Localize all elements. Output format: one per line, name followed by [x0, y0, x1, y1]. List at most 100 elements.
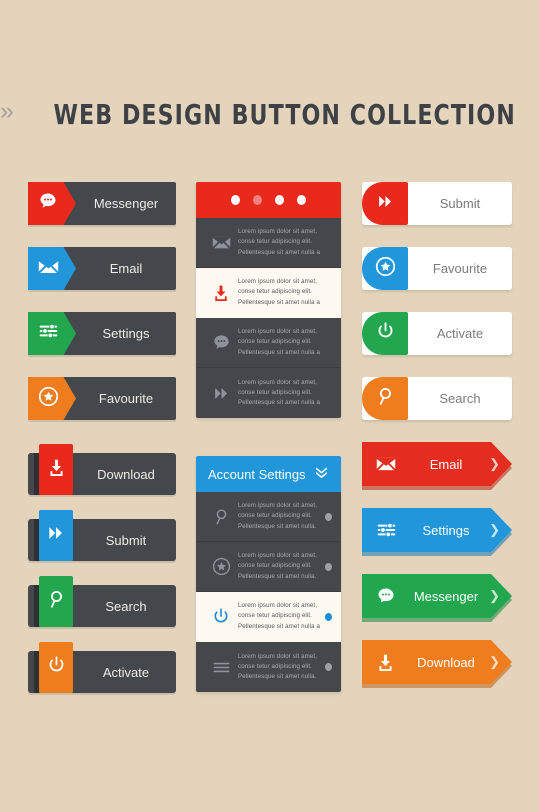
star-badge-icon — [204, 557, 238, 576]
button-icon-tab — [362, 182, 408, 225]
status-dot[interactable] — [321, 562, 335, 571]
magnifier-icon — [376, 386, 395, 412]
button-label: Activate — [436, 326, 484, 341]
list-item-text: Lorem ipsum dolor sit amet, conse tetur … — [238, 328, 321, 356]
power-icon — [376, 321, 395, 346]
page-title: » WEB DESIGN BUTTON COLLECTION « — [0, 97, 539, 131]
button-label: Search — [439, 391, 481, 406]
envelope-icon — [204, 235, 238, 250]
panel-account-header[interactable]: Account Settings — [196, 456, 341, 492]
chevron-right-icon: ❯ — [489, 654, 500, 669]
page-title-text: WEB DESIGN BUTTON COLLECTION — [53, 98, 517, 131]
button-icon-tab — [34, 510, 73, 561]
sliders-icon — [38, 322, 59, 345]
chat-bubble-icon — [376, 574, 396, 618]
button-label: Messenger — [413, 588, 479, 604]
white-button-group: Submit Favourite Activate Search — [362, 182, 512, 420]
envelope-icon — [376, 442, 396, 486]
list-item[interactable]: Lorem ipsum dolor sit amet, conse tetur … — [196, 218, 341, 268]
power-icon — [47, 655, 66, 680]
list-item[interactable]: Lorem ipsum dolor sit amet, conse tetur … — [196, 542, 341, 592]
pentagon-button-group: Messenger Email Settings Favourite — [28, 182, 176, 420]
pager-dot-4[interactable] — [297, 195, 306, 205]
status-dot[interactable] — [321, 663, 335, 671]
hamburger-icon — [204, 660, 238, 675]
list-item-text: Lorem ipsum dolor sit amet, conse tetur … — [238, 278, 321, 306]
button-label: Email — [109, 261, 143, 276]
list-item-text: Lorem ipsum dolor sit amet, conse tetur … — [238, 378, 321, 407]
button-label: Messenger — [93, 196, 159, 211]
star-badge-icon — [375, 256, 396, 282]
double-chevron-right-icon — [204, 384, 238, 403]
button-icon-tab — [34, 444, 73, 495]
button-label: Favourite — [432, 261, 488, 276]
button-settings-pentagon[interactable]: Settings — [28, 312, 176, 355]
button-icon-tab — [362, 247, 408, 290]
list-item-text: Lorem ipsum dolor sit amet, conse tetur … — [238, 602, 321, 630]
list-item-text: Lorem ipsum dolor sit amet, conse tetur … — [238, 502, 318, 530]
list-item[interactable]: Lorem ipsum dolor sit amet, conse tetur … — [196, 268, 341, 318]
arrow-button-group: Email ❯ Settings ❯ Messenger ❯ Download … — [362, 442, 512, 688]
button-label: Settings — [422, 522, 470, 538]
middle-column: Lorem ipsum dolor sit amet, conse tetur … — [196, 182, 341, 692]
button-label: Submit — [439, 196, 481, 211]
button-icon-tab — [362, 312, 408, 355]
button-favourite-pentagon[interactable]: Favourite — [28, 377, 176, 420]
chevron-right-icon: ❯ — [489, 588, 500, 603]
button-activate-white[interactable]: Activate — [362, 312, 512, 355]
download-icon — [204, 283, 238, 303]
button-label: Settings — [102, 326, 150, 341]
button-download-arrow[interactable]: Download ❯ — [362, 640, 512, 688]
panel-dots-header — [196, 182, 341, 218]
button-icon-tab — [362, 377, 408, 420]
pager-dot-1[interactable] — [231, 195, 240, 205]
button-download-ribbon[interactable]: Download — [28, 444, 176, 495]
envelope-icon — [37, 258, 59, 280]
button-label: Submit — [105, 532, 147, 548]
button-label: Search — [105, 598, 147, 614]
button-label: Download — [417, 654, 475, 670]
list-item[interactable]: Lorem ipsum dolor sit amet, conse tetur … — [196, 318, 341, 368]
title-left-chevron-icon: » — [0, 97, 14, 125]
button-activate-ribbon[interactable]: Activate — [28, 642, 176, 693]
button-submit-white[interactable]: Submit — [362, 182, 512, 225]
status-dot[interactable] — [321, 612, 335, 621]
button-messenger-pentagon[interactable]: Messenger — [28, 182, 176, 225]
list-item[interactable]: Lorem ipsum dolor sit amet, conse tetur … — [196, 592, 341, 642]
sliders-icon — [376, 508, 397, 552]
list-item[interactable]: Lorem ipsum dolor sit amet, conse tetur … — [196, 642, 341, 692]
chat-bubble-icon — [38, 191, 58, 216]
button-search-white[interactable]: Search — [362, 377, 512, 420]
list-item-text: Lorem ipsum dolor sit amet, conse tetur … — [238, 228, 321, 256]
panel-title: Account Settings — [208, 466, 306, 482]
button-label: Favourite — [98, 391, 154, 406]
button-label: Activate — [102, 664, 150, 680]
left-column: Messenger Email Settings Favourite Downl… — [28, 182, 176, 708]
button-settings-arrow[interactable]: Settings ❯ — [362, 508, 512, 556]
button-messenger-arrow[interactable]: Messenger ❯ — [362, 574, 512, 622]
chevron-right-icon: ❯ — [489, 522, 500, 537]
chevron-right-icon: ❯ — [489, 456, 500, 471]
button-email-pentagon[interactable]: Email — [28, 247, 176, 290]
chat-bubble-icon — [204, 333, 238, 352]
list-item-text: Lorem ipsum dolor sit amet, conse tetur … — [238, 552, 318, 580]
button-submit-ribbon[interactable]: Submit — [28, 510, 176, 561]
double-chevron-down-icon[interactable] — [313, 463, 330, 485]
status-dot[interactable] — [321, 512, 335, 521]
pager-dot-2[interactable] — [253, 195, 262, 205]
magnifier-icon — [204, 507, 238, 527]
download-icon — [47, 457, 66, 483]
power-icon — [204, 607, 238, 626]
pager-dot-3[interactable] — [275, 195, 284, 205]
double-chevron-right-icon — [376, 192, 395, 216]
button-favourite-white[interactable]: Favourite — [362, 247, 512, 290]
button-search-ribbon[interactable]: Search — [28, 576, 176, 627]
button-icon-tab — [34, 642, 73, 693]
magnifier-icon — [47, 589, 66, 615]
button-label: Download — [97, 466, 155, 482]
list-item[interactable]: Lorem ipsum dolor sit amet, conse tetur … — [196, 492, 341, 542]
list-item[interactable]: Lorem ipsum dolor sit amet, conse tetur … — [196, 368, 341, 418]
list-item-text: Lorem ipsum dolor sit amet, conse tetur … — [238, 652, 318, 681]
button-email-arrow[interactable]: Email ❯ — [362, 442, 512, 490]
account-settings-panel: Account Settings Lorem ipsum dolor sit a… — [196, 456, 341, 692]
